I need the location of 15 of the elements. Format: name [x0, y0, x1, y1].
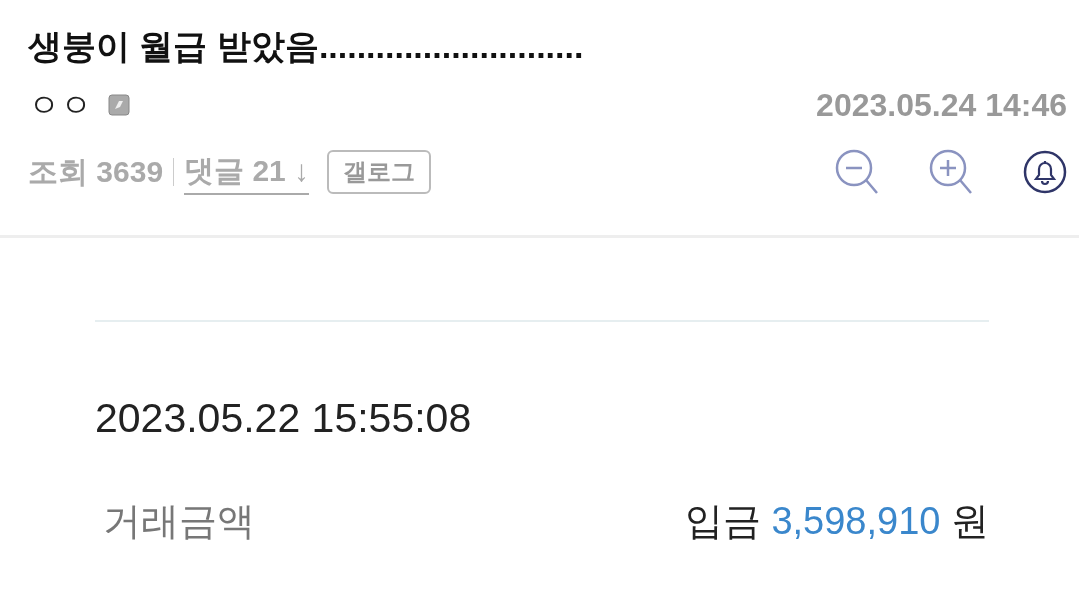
- transaction-datetime: 2023.05.22 15:55:08: [95, 393, 473, 443]
- view-count: 조회 3639: [28, 154, 164, 191]
- bell-icon[interactable]: [1023, 149, 1067, 194]
- user-badge-icon: [108, 93, 130, 116]
- transaction-type: 입금: [684, 500, 761, 543]
- post-title: 생붕이 월급 받았음............................: [28, 26, 585, 67]
- currency-unit: 원: [951, 500, 989, 543]
- author-name[interactable]: ㅇㅇ: [28, 80, 92, 129]
- zoom-in-icon[interactable]: [929, 148, 973, 195]
- comment-count-link[interactable]: 댓글 21 ↓: [184, 148, 310, 196]
- amount-label: 거래금액: [103, 499, 255, 545]
- post-date: 2023.05.24 14:46: [816, 85, 1067, 125]
- transaction-amount: 3,598,910: [771, 500, 941, 543]
- zoom-out-icon[interactable]: [835, 148, 879, 195]
- gallog-button[interactable]: 갤로그: [327, 149, 432, 194]
